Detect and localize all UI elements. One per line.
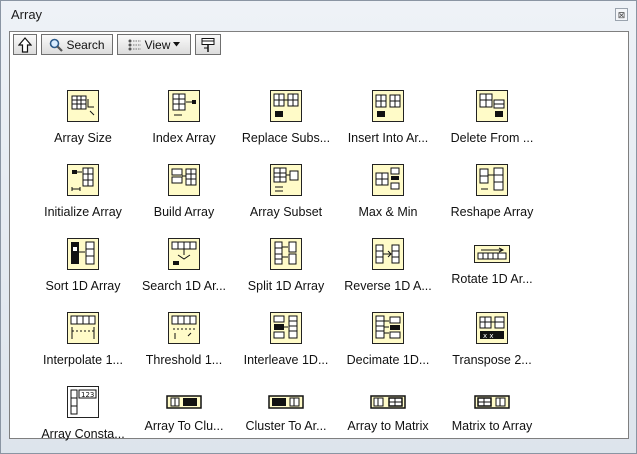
palette-item-array-subset[interactable]: Array Subset [232, 164, 340, 219]
item-label: Interleave 1D... [243, 353, 329, 367]
item-label: Search 1D Ar... [141, 279, 227, 293]
max-min-icon [372, 164, 404, 196]
split-1d-array-icon [270, 238, 302, 270]
item-label: Sort 1D Array [45, 279, 121, 293]
palette-item-replace-subset[interactable]: Replace Subs... [232, 90, 340, 145]
view-label: View [144, 37, 171, 52]
palette-item-build-array[interactable]: Build Array [130, 164, 238, 219]
search-label: Search [66, 37, 105, 52]
reshape-array-icon [476, 164, 508, 196]
search-button[interactable]: Search [41, 34, 113, 55]
replace-subset-icon [270, 90, 302, 122]
item-label: Decimate 1D... [346, 353, 430, 367]
item-label: Split 1D Array [247, 279, 325, 293]
palette-panel: Search View Array Size Index Array Repla… [9, 31, 629, 441]
palette-item-split-1d-array[interactable]: Split 1D Array [232, 238, 340, 293]
palette-item-transpose-2d-array[interactable]: x x Transpose 2... [438, 312, 546, 367]
item-label: Max & Min [358, 205, 418, 219]
rotate-1d-array-icon [474, 245, 510, 263]
palette-item-delete-from-array[interactable]: Delete From ... [438, 90, 546, 145]
item-label: Replace Subs... [241, 131, 331, 145]
initialize-array-icon [67, 164, 99, 196]
item-label: Initialize Array [44, 205, 122, 219]
item-label: Array Subset [249, 205, 323, 219]
palette-toolbar: Search View [13, 34, 221, 57]
palette-item-search-1d-array[interactable]: Search 1D Ar... [130, 238, 238, 293]
pin-icon [201, 37, 215, 52]
item-label: Array to Matrix [347, 419, 429, 433]
search-icon [50, 38, 64, 52]
view-list-icon [128, 39, 141, 50]
palette-item-interpolate-1d-array[interactable]: Interpolate 1... [29, 312, 137, 367]
up-button[interactable] [13, 34, 37, 55]
reverse-1d-array-icon [372, 238, 404, 270]
threshold-1d-array-icon [168, 312, 200, 344]
interpolate-1d-array-icon [67, 312, 99, 344]
window-title: Array [11, 7, 43, 22]
matrix-to-array-icon [473, 394, 511, 410]
decimate-1d-array-icon [372, 312, 404, 344]
array-size-icon [67, 90, 99, 122]
array-constant-icon: 123 [67, 386, 99, 418]
palette-item-max-min[interactable]: Max & Min [334, 164, 442, 219]
transpose-2d-array-icon: x x [476, 312, 508, 344]
palette-item-reverse-1d-array[interactable]: Reverse 1D A... [334, 238, 442, 293]
array-subset-icon [270, 164, 302, 196]
palette-item-array-constant[interactable]: 123 Array Consta... [29, 386, 137, 441]
title-bar[interactable]: Array ⊠ [1, 1, 636, 29]
item-label: Matrix to Array [451, 419, 533, 433]
item-label: Cluster To Ar... [245, 419, 327, 433]
item-label: Interpolate 1... [43, 353, 123, 367]
build-array-icon [168, 164, 200, 196]
item-label: Reverse 1D A... [344, 279, 432, 293]
palette-item-sort-1d-array[interactable]: Sort 1D Array [29, 238, 137, 293]
sort-1d-array-icon [67, 238, 99, 270]
palette-item-reshape-array[interactable]: Reshape Array [438, 164, 546, 219]
item-label: Array Consta... [41, 427, 125, 441]
delete-from-array-icon [476, 90, 508, 122]
insert-into-array-icon [372, 90, 404, 122]
item-label: Reshape Array [450, 205, 534, 219]
search-1d-array-icon [168, 238, 200, 270]
item-label: Rotate 1D Ar... [451, 272, 533, 286]
interleave-1d-arrays-icon [270, 312, 302, 344]
palette-item-array-to-matrix[interactable]: Array to Matrix [334, 386, 442, 433]
item-label: Delete From ... [450, 131, 534, 145]
index-array-icon [168, 90, 200, 122]
item-label: Array To Clu... [144, 419, 224, 433]
array-to-cluster-icon [165, 394, 203, 410]
array-to-matrix-icon [369, 394, 407, 410]
dropdown-arrow-icon [173, 42, 181, 47]
view-button[interactable]: View [117, 34, 191, 55]
pin-button[interactable] [195, 34, 221, 55]
palette-item-threshold-1d-array[interactable]: Threshold 1... [130, 312, 238, 367]
item-label: Build Array [153, 205, 215, 219]
palette-item-array-size[interactable]: Array Size [29, 90, 137, 145]
palette-item-rotate-1d-array[interactable]: Rotate 1D Ar... [438, 238, 546, 286]
item-label: Insert Into Ar... [347, 131, 429, 145]
item-label: Transpose 2... [452, 353, 532, 367]
palette-item-interleave-1d-arrays[interactable]: Interleave 1D... [232, 312, 340, 367]
palette-item-decimate-1d-array[interactable]: Decimate 1D... [334, 312, 442, 367]
svg-text:x x: x x [483, 332, 494, 340]
item-label: Threshold 1... [145, 353, 223, 367]
palette-item-matrix-to-array[interactable]: Matrix to Array [438, 386, 546, 433]
palette-item-cluster-to-array[interactable]: Cluster To Ar... [232, 386, 340, 433]
up-arrow-icon [18, 36, 32, 53]
item-label: Index Array [152, 131, 216, 145]
palette-item-initialize-array[interactable]: Initialize Array [29, 164, 137, 219]
palette-item-array-to-cluster[interactable]: Array To Clu... [130, 386, 238, 433]
palette-item-index-array[interactable]: Index Array [130, 90, 238, 145]
close-button[interactable]: ⊠ [615, 8, 628, 21]
palette-item-insert-into-array[interactable]: Insert Into Ar... [334, 90, 442, 145]
cluster-to-array-icon [267, 394, 305, 410]
svg-text:123: 123 [81, 391, 94, 399]
item-label: Array Size [54, 131, 112, 145]
array-palette-window: Array ⊠ Search View Array Size Index Arr… [0, 0, 637, 454]
